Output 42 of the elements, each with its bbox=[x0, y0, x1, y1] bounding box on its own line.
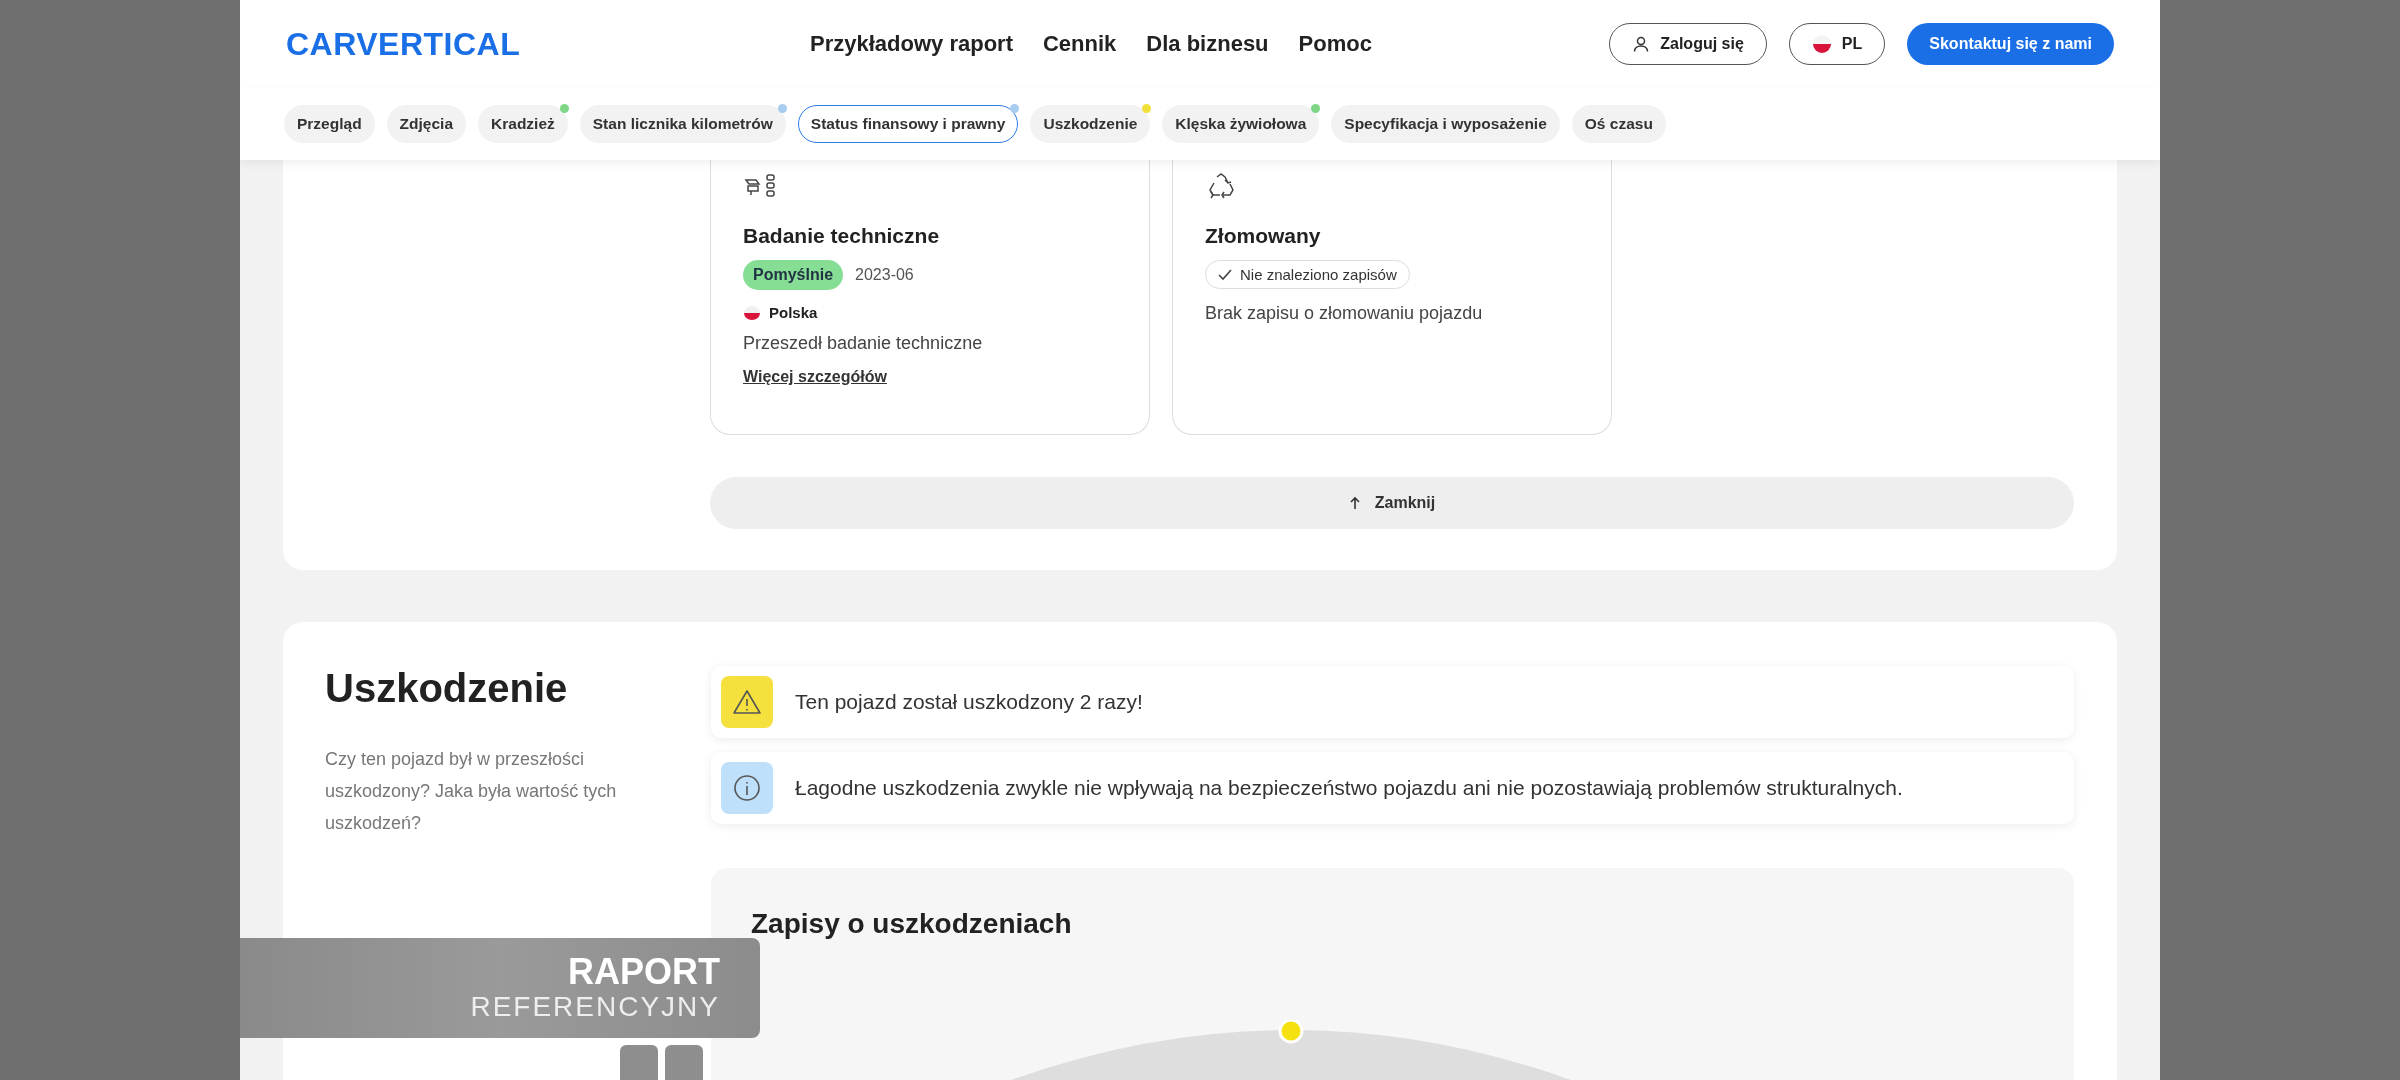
login-button[interactable]: Zaloguj się bbox=[1609, 23, 1767, 65]
square-icon bbox=[620, 1045, 658, 1080]
section-tab[interactable]: Klęska żywiołowa bbox=[1162, 105, 1320, 143]
nav-link[interactable]: Przykładowy raport bbox=[810, 31, 1013, 57]
arrow-up-icon bbox=[1348, 496, 1361, 510]
warning-icon bbox=[721, 676, 773, 728]
section-tab[interactable]: Specyfikacja i wyposażenie bbox=[1331, 105, 1560, 143]
banner-title: RAPORT bbox=[568, 953, 720, 991]
flag-icon bbox=[1811, 34, 1832, 54]
section-tab[interactable]: Stan licznika kilometrów bbox=[579, 105, 786, 143]
record-text: Przeszedł badanie techniczne bbox=[743, 333, 983, 354]
flag-icon bbox=[743, 305, 761, 320]
square-icon bbox=[665, 1045, 703, 1080]
nav-link[interactable]: Dla biznesu bbox=[1146, 31, 1269, 57]
section-tab[interactable]: Oś czasu bbox=[1571, 105, 1666, 143]
section-tab[interactable]: Zdjęcia bbox=[386, 105, 467, 143]
record-date: 2023-06 bbox=[855, 266, 914, 284]
language-button[interactable]: PL bbox=[1788, 23, 1886, 65]
contact-button[interactable]: Skontaktuj się z nami bbox=[1907, 23, 2114, 65]
country-name: Polska bbox=[769, 304, 818, 321]
section-tab[interactable]: Przegląd bbox=[284, 105, 375, 143]
status-badge: Pomyślnie bbox=[743, 260, 844, 290]
section-tab[interactable]: Status finansowy i prawny bbox=[797, 105, 1019, 143]
record-title: Złomowany bbox=[1205, 224, 1321, 248]
alert-text: Ten pojazd został uszkodzony 2 razy! bbox=[795, 690, 1143, 714]
section-tab[interactable]: Uszkodzenie bbox=[1030, 105, 1151, 143]
alert-text: Łagodne uszkodzenia zwykle nie wpływają na bezpieczeństwo pojazdu ani nie pozostawiają problemów strukturalnych. bbox=[795, 776, 1903, 800]
banner-subtitle: REFERENCYJNY bbox=[470, 991, 720, 1023]
record-title: Badanie techniczne bbox=[743, 224, 940, 248]
panel-title: Zapisy o uszkodzeniach bbox=[751, 908, 1072, 940]
nav-link[interactable]: Pomoc bbox=[1298, 31, 1372, 57]
details-link[interactable]: Więcej szczegółów bbox=[743, 368, 887, 386]
check-icon bbox=[1218, 268, 1232, 281]
user-icon bbox=[1632, 35, 1651, 53]
nav-link[interactable]: Cennik bbox=[1042, 31, 1117, 57]
section-title: Uszkodzenie bbox=[325, 666, 569, 711]
info-icon bbox=[721, 762, 773, 814]
section-tab[interactable]: Kradzież bbox=[478, 105, 568, 143]
section-description: Czy ten pojazd był w przeszłości uszkodzony? Jaka była wartość tych uszkodzeń? bbox=[325, 748, 618, 835]
record-text: Brak zapisu o złomowaniu pojazdu bbox=[1205, 303, 1483, 324]
logo[interactable]: CARVERTICAL bbox=[286, 25, 756, 63]
close-button[interactable]: Zamknij bbox=[710, 477, 2074, 529]
